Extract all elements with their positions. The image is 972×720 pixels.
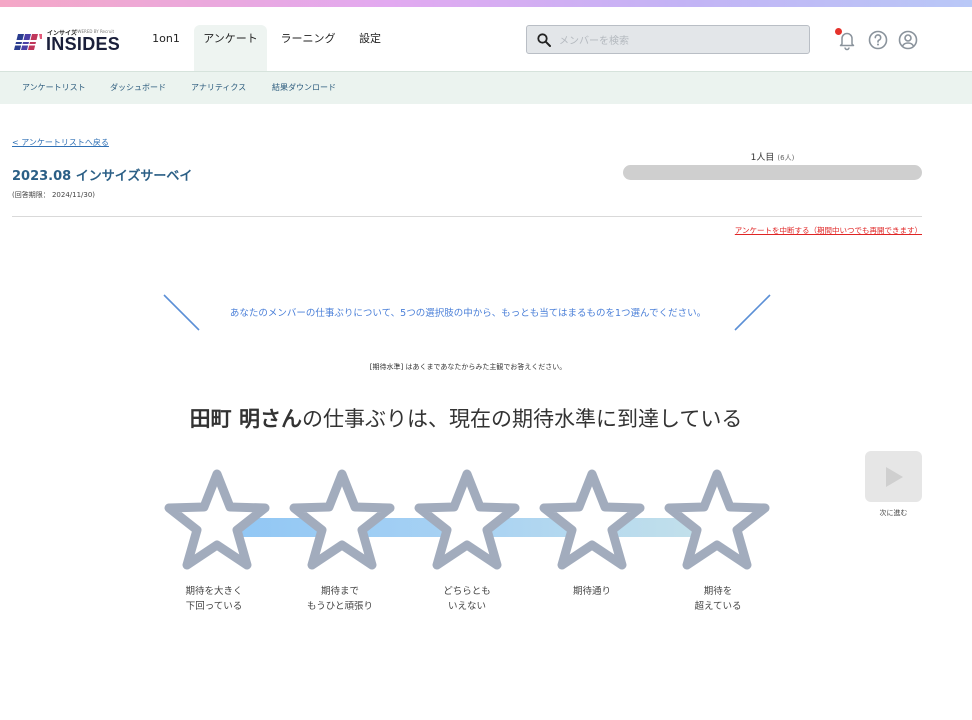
- nav-settings[interactable]: 設定: [352, 25, 388, 71]
- progress-current: 1人目: [750, 153, 775, 163]
- next-button[interactable]: [865, 451, 922, 502]
- option-label-2-line2: もうひと頑張り: [307, 601, 373, 612]
- subnav-survey-list[interactable]: アンケートリスト: [22, 82, 86, 93]
- question-text: 田町 明さんの仕事ぶりは、現在の期待水準に到達している: [100, 403, 832, 433]
- member-search[interactable]: [526, 25, 810, 54]
- user-icon[interactable]: [897, 29, 919, 51]
- back-to-list-link[interactable]: < アンケートリストへ戻る: [12, 137, 109, 148]
- nav-learning[interactable]: ラーニング: [275, 25, 341, 71]
- subnav-analytics[interactable]: アナリティクス: [191, 82, 246, 93]
- option-label-5-line2: 超えている: [694, 601, 742, 612]
- top-gradient-stripe: [0, 0, 972, 7]
- question-body: の仕事ぶりは、現在の期待水準に到達している: [301, 407, 743, 431]
- next-label[interactable]: 次に進む: [855, 508, 932, 518]
- star-option-5[interactable]: [661, 468, 773, 576]
- star-option-3[interactable]: [411, 468, 523, 576]
- option-label-1[interactable]: 期待を大きく 下回っている: [154, 584, 274, 614]
- option-label-5-line1: 期待を: [703, 586, 733, 597]
- search-input[interactable]: [557, 30, 801, 52]
- sub-nav: アンケートリスト ダッシュボード アナリティクス 結果ダウンロード: [0, 71, 972, 104]
- option-label-4-line1: 期待通り: [572, 586, 611, 597]
- option-label-4[interactable]: 期待通り: [532, 584, 652, 599]
- insides-logo[interactable]: インサイズ POWERED BY Recruit INSIDES: [14, 28, 124, 56]
- play-icon: [886, 467, 903, 487]
- search-icon: [537, 33, 551, 47]
- option-label-5[interactable]: 期待を 超えている: [658, 584, 778, 614]
- app-header: インサイズ POWERED BY Recruit INSIDES 1on1 アン…: [0, 7, 972, 71]
- banner-right-line: [734, 294, 771, 331]
- nav-1on1[interactable]: 1on1: [140, 25, 192, 71]
- divider: [12, 216, 922, 217]
- deadline: (回答期限： 2024/11/30): [12, 191, 96, 199]
- page-title: 2023.08 インサイズサーベイ: [12, 169, 193, 184]
- option-label-2-line1: 期待まで: [320, 586, 359, 597]
- option-label-2[interactable]: 期待までもうひと頑張り: [280, 584, 400, 614]
- nav-survey[interactable]: アンケート: [194, 25, 267, 71]
- option-label-1-line2: 下回っている: [185, 601, 243, 612]
- pause-survey-link[interactable]: アンケートを中断する（期間中いつでも再開できます）: [735, 225, 922, 236]
- instruction-text: あなたのメンバーの仕事ぶりについて、5つの選択肢の中から、もっとも当てはまるもの…: [229, 308, 707, 319]
- star-option-1[interactable]: [161, 468, 273, 576]
- logo-text: INSIDES: [46, 34, 121, 54]
- option-label-3[interactable]: どちらとも いえない: [407, 584, 527, 614]
- progress-label: 1人目 (6人): [623, 150, 922, 163]
- subnav-download[interactable]: 結果ダウンロード: [272, 82, 336, 93]
- logo-mark-icon: [14, 34, 42, 50]
- banner-left-line: [163, 294, 200, 331]
- help-icon[interactable]: [867, 29, 889, 51]
- subnav-dashboard[interactable]: ダッシュボード: [110, 82, 166, 93]
- star-option-2[interactable]: [286, 468, 398, 576]
- option-label-1-line1: 期待を大きく: [185, 586, 243, 597]
- star-option-4[interactable]: [536, 468, 648, 576]
- progress-total: (6人): [777, 154, 795, 162]
- option-label-3-line1: どちらとも: [443, 586, 491, 597]
- expectation-note: [期待水準] はあくまであなたからみた主観でお答えください。: [369, 363, 567, 371]
- member-name: 田町 明さん: [189, 407, 302, 431]
- progress-bar: [623, 165, 922, 180]
- notification-dot: [835, 28, 842, 35]
- option-label-3-line2: いえない: [447, 601, 486, 612]
